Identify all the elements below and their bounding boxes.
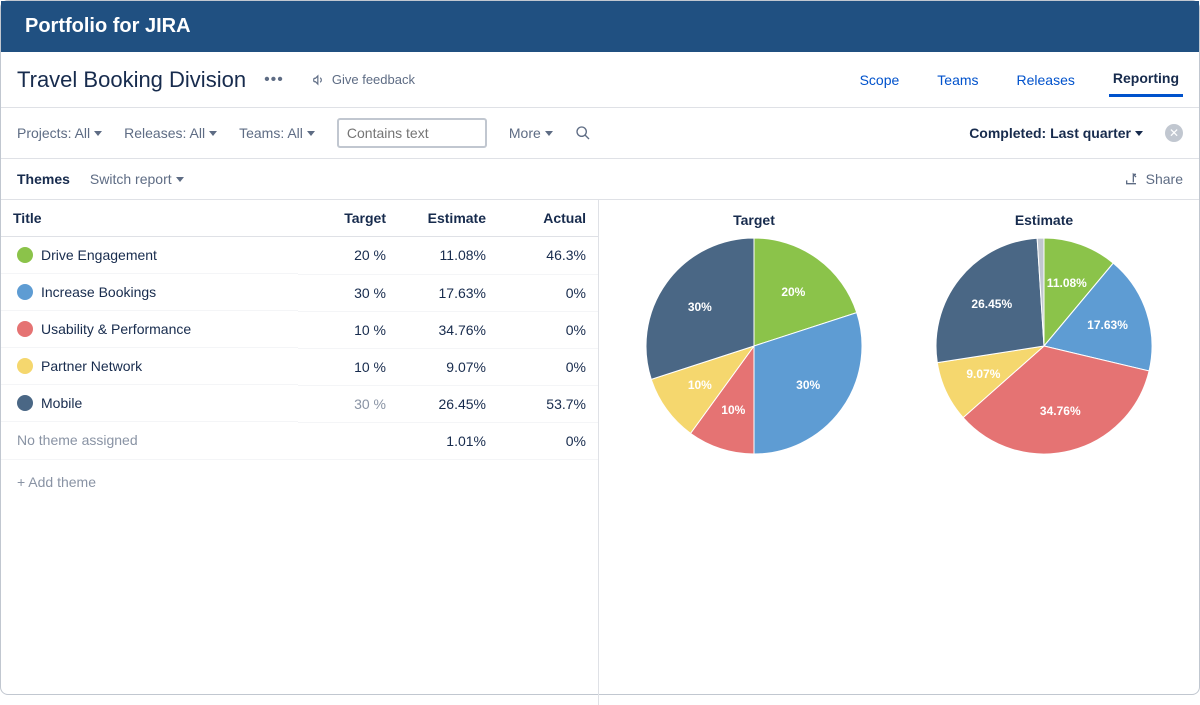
filter-more[interactable]: More <box>509 125 553 141</box>
page-title: Travel Booking Division <box>17 67 246 93</box>
pie-slice-label: 30% <box>688 300 712 314</box>
themes-table-panel: Title Target Estimate Actual Drive Engag… <box>1 200 599 705</box>
report-sub-bar: Themes Switch report Share <box>1 159 1199 200</box>
filter-projects[interactable]: Projects: All <box>17 125 102 141</box>
pie-slice-label: 20% <box>781 285 805 299</box>
col-target: Target <box>298 200 398 237</box>
table-row[interactable]: Usability & Performance 10 %34.76%0% <box>1 311 598 348</box>
chevron-down-icon <box>176 177 184 182</box>
app-title: Portfolio for JIRA <box>25 15 191 37</box>
table-row[interactable]: Mobile 30 %26.45%53.7% <box>1 385 598 422</box>
filter-teams[interactable]: Teams: All <box>239 125 315 141</box>
pie-slice-label: 30% <box>796 378 820 392</box>
theme-estimate: 17.63% <box>398 274 498 311</box>
clear-filter-icon[interactable]: ✕ <box>1165 124 1183 142</box>
theme-color-swatch <box>17 321 33 337</box>
theme-name: Partner Network <box>41 358 142 374</box>
chevron-down-icon <box>545 131 553 136</box>
pie-slice-label: 9.07% <box>966 367 1000 381</box>
megaphone-icon <box>312 73 326 87</box>
theme-color-swatch <box>17 395 33 411</box>
filter-bar: Projects: All Releases: All Teams: All M… <box>1 108 1199 159</box>
share-icon <box>1124 171 1140 187</box>
feedback-label: Give feedback <box>332 72 415 87</box>
pie-slice-label: 17.63% <box>1087 318 1128 332</box>
theme-name: Usability & Performance <box>41 321 191 337</box>
theme-actual: 46.3% <box>498 237 598 275</box>
chevron-down-icon <box>94 131 102 136</box>
add-theme-button[interactable]: + Add theme <box>1 460 598 504</box>
theme-name: No theme assigned <box>1 422 298 459</box>
switch-report-dropdown[interactable]: Switch report <box>90 171 184 187</box>
theme-estimate: 26.45% <box>398 385 498 422</box>
theme-name: Mobile <box>41 395 82 411</box>
theme-color-swatch <box>17 358 33 374</box>
more-actions-icon[interactable]: ••• <box>264 71 284 89</box>
table-row[interactable]: Partner Network 10 %9.07%0% <box>1 348 598 385</box>
theme-estimate: 9.07% <box>398 348 498 385</box>
col-actual: Actual <box>498 200 598 237</box>
pie-slice-label: 10% <box>721 403 745 417</box>
pie-estimate: 11.08% 17.63% 34.76% 9.07% 26.45% <box>934 236 1154 456</box>
nav-tabs: Scope Teams Releases Reporting <box>856 62 1183 97</box>
chevron-down-icon <box>1135 131 1143 136</box>
col-estimate: Estimate <box>398 200 498 237</box>
chevron-down-icon <box>209 131 217 136</box>
theme-estimate: 34.76% <box>398 311 498 348</box>
give-feedback-button[interactable]: Give feedback <box>312 72 415 87</box>
theme-target: 10 % <box>298 348 398 385</box>
tab-reporting[interactable]: Reporting <box>1109 62 1183 97</box>
table-row-no-theme[interactable]: No theme assigned1.01%0% <box>1 422 598 459</box>
tab-teams[interactable]: Teams <box>933 64 982 96</box>
themes-table: Title Target Estimate Actual Drive Engag… <box>1 200 598 460</box>
top-bar: Portfolio for JIRA <box>1 1 1199 52</box>
chart-estimate-title: Estimate <box>919 212 1169 228</box>
pie-target: 20% 30% 10% 10% 30% <box>644 236 864 456</box>
chart-target: Target 20% 30% 10% 10% 30% <box>629 212 879 456</box>
theme-name: Drive Engagement <box>41 247 157 263</box>
table-row[interactable]: Increase Bookings 30 %17.63%0% <box>1 274 598 311</box>
tab-releases[interactable]: Releases <box>1013 64 1079 96</box>
search-icon[interactable] <box>575 125 591 141</box>
theme-name: Increase Bookings <box>41 284 156 300</box>
chart-target-title: Target <box>629 212 879 228</box>
chart-estimate: Estimate 11.08% 17.63% 34.76% 9.07% 26.45% <box>919 212 1169 456</box>
pie-slice-label: 26.45% <box>971 297 1012 311</box>
tab-scope[interactable]: Scope <box>856 64 904 96</box>
table-row[interactable]: Drive Engagement 20 %11.08%46.3% <box>1 237 598 275</box>
header: Travel Booking Division ••• Give feedbac… <box>1 52 1199 108</box>
theme-target: 30 % <box>298 385 398 422</box>
theme-target: 10 % <box>298 311 398 348</box>
theme-target: 20 % <box>298 237 398 275</box>
theme-color-swatch <box>17 284 33 300</box>
col-title: Title <box>1 200 298 237</box>
theme-actual: 0% <box>498 311 598 348</box>
pie-slice-label: 34.76% <box>1040 404 1081 418</box>
theme-target: 30 % <box>298 274 398 311</box>
filter-text-input[interactable] <box>337 118 487 148</box>
pie-slice-label: 11.08% <box>1047 276 1087 290</box>
theme-actual: 53.7% <box>498 385 598 422</box>
pie-slice-label: 10% <box>688 378 712 392</box>
filter-releases[interactable]: Releases: All <box>124 125 217 141</box>
charts-panel: Target 20% 30% 10% 10% 30% Estimate 11.08% 17… <box>599 200 1199 705</box>
theme-actual: 0% <box>498 348 598 385</box>
share-button[interactable]: Share <box>1124 171 1183 187</box>
themes-label: Themes <box>17 171 70 187</box>
theme-color-swatch <box>17 247 33 263</box>
theme-estimate: 11.08% <box>398 237 498 275</box>
filter-completed[interactable]: Completed: Last quarter <box>969 125 1143 141</box>
chevron-down-icon <box>307 131 315 136</box>
content-area: Title Target Estimate Actual Drive Engag… <box>1 200 1199 705</box>
theme-actual: 0% <box>498 274 598 311</box>
